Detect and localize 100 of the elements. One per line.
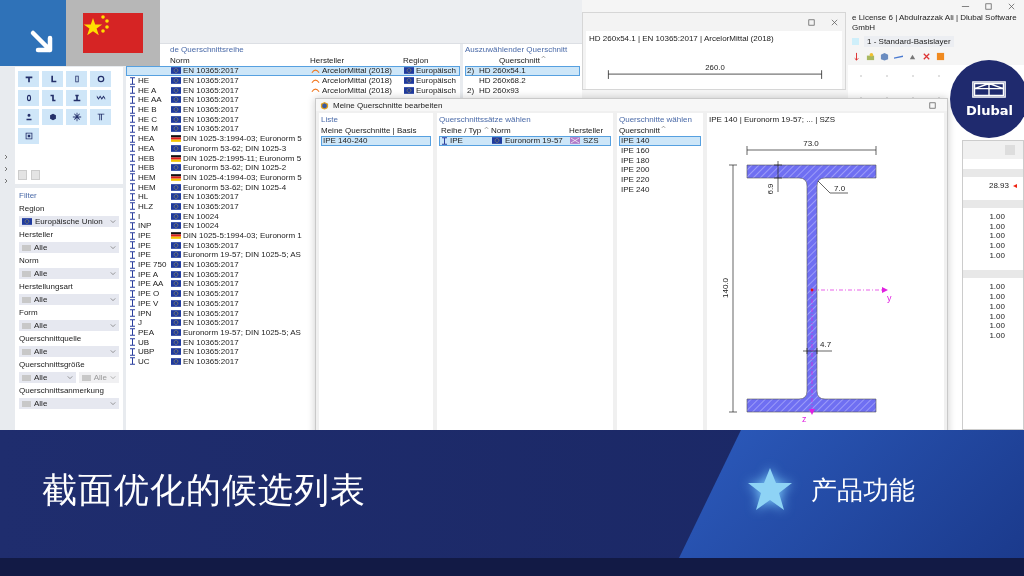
table-row[interactable]: INP EN 10024 — [126, 221, 460, 231]
dropdown-field[interactable]: Alle — [19, 268, 119, 279]
section-shape-button[interactable] — [18, 128, 39, 144]
section-shape-button[interactable] — [42, 90, 63, 106]
panel-title: Liste — [321, 115, 339, 125]
table-row[interactable]: UBP EN 10365:2017 — [126, 346, 460, 357]
column-header[interactable]: Hersteller — [310, 56, 403, 65]
close-icon[interactable] — [1007, 1, 1016, 11]
table-row[interactable]: UC EN 10365:2017 — [126, 356, 460, 367]
eu-flag-icon — [404, 67, 414, 75]
section-shape-button[interactable] — [18, 109, 39, 125]
table-row[interactable]: HEM Euronorm 53-62; DIN 1025-4 — [126, 182, 460, 192]
section-shape-button[interactable] — [42, 71, 63, 87]
snowflake-icon — [71, 112, 82, 122]
table-row[interactable]: IPE DIN 1025-5:1994-03; Euronorm 1 — [126, 230, 460, 241]
table-row[interactable]: HEB Euronorm 53-62; DIN 1025-2 — [126, 162, 460, 173]
banner-tag: 产品功能 — [811, 472, 915, 508]
logo-text: Dlubal — [966, 102, 1014, 118]
maximize-icon[interactable] — [807, 17, 816, 27]
dropdown-field[interactable]: Alle — [19, 294, 119, 305]
table-row[interactable]: HE EN 10365:2017 ArcelorMittal (2018) Europäisch — [126, 75, 460, 86]
table-cell: EN 10365:2017 — [183, 192, 239, 202]
table-row[interactable]: IPN EN 10365:2017 — [126, 308, 460, 318]
table-row[interactable]: HD 260x68.2 — [465, 75, 580, 86]
cube-icon[interactable] — [880, 52, 889, 61]
dimension-label: 6.9 — [766, 183, 775, 195]
sort-icon — [660, 125, 666, 129]
list-item[interactable]: IPE 160 — [619, 145, 701, 156]
column-header[interactable]: Reihe / Typ — [441, 126, 482, 135]
china-flag-icon — [83, 13, 143, 53]
maximize-icon[interactable] — [984, 1, 993, 11]
table-cell: Europäisch — [416, 85, 457, 95]
table-row[interactable]: 2) HD 260x54.1 — [465, 66, 580, 76]
node-icon[interactable] — [866, 52, 875, 61]
layer-dropdown[interactable]: 1 - Standard-Basislayer — [864, 36, 954, 47]
cross-icon[interactable] — [922, 52, 931, 61]
dropdown-field[interactable]: Europäische Union — [19, 216, 119, 227]
table-cell: Euronorm 53-62; DIN 1025-3 — [183, 143, 287, 153]
dropdown-field[interactable]: Alle — [19, 372, 76, 383]
list-item[interactable]: IPE 240 — [619, 184, 701, 195]
dropdown-field[interactable]: Alle — [19, 398, 119, 409]
window-title: e License 6 | Abdulrazzak Ali | Dlubal Software GmbH — [851, 12, 1018, 33]
table-row[interactable]: IPE EN 10365:2017 — [126, 240, 460, 251]
eu-flag-icon — [171, 67, 181, 75]
table-row[interactable]: IPE O EN 10365:2017 — [126, 288, 460, 299]
column-header[interactable]: Querschnitt — [619, 126, 660, 135]
table-row[interactable]: EN 10365:2017 ArcelorMittal (2018) Europäisch — [126, 66, 460, 76]
field-label: Querschnittsanmerkung — [19, 386, 105, 396]
column-header[interactable]: Meine Querschnitte | Basis — [321, 125, 431, 136]
maximize-icon[interactable] — [928, 100, 937, 110]
box-icon[interactable] — [936, 52, 945, 61]
dropdown-field[interactable]: Alle — [19, 346, 119, 357]
section-shape-button[interactable] — [90, 109, 111, 125]
table-row[interactable]: HEB DIN 1025-2:1995-11; Euronorm 5 — [126, 153, 460, 163]
table-row[interactable]: HLZ EN 10365:2017 — [126, 201, 460, 212]
section-shape-button[interactable] — [90, 71, 111, 87]
list-item[interactable]: IPE 220 — [619, 174, 701, 185]
table-row[interactable]: IPE A EN 10365:2017 — [126, 269, 460, 280]
table-row[interactable]: IPE 750 EN 10365:2017 — [126, 259, 460, 270]
centroid-point — [810, 288, 814, 292]
arrow-icon[interactable] — [852, 52, 861, 61]
table-row[interactable]: I EN 10024 — [126, 211, 460, 221]
table-row[interactable]: HEM DIN 1025-4:1994-03; Euronorm 5 — [126, 172, 460, 183]
dropdown-field[interactable]: Alle — [19, 242, 119, 253]
list-item[interactable]: IPE 140-240 — [321, 136, 431, 146]
table-row[interactable]: PEA Euronorm 19-57; DIN 1025-5; AS — [126, 327, 460, 338]
table-row[interactable]: IPE Euronorm 19-57 SZS — [439, 136, 611, 146]
table-row[interactable]: IPE AA EN 10365:2017 — [126, 279, 460, 289]
table-cell: DIN 1025-3:1994-03; Euronorm 5 — [183, 134, 302, 144]
support-icon[interactable] — [908, 52, 917, 61]
column-header[interactable]: Querschnitt — [499, 56, 540, 65]
close-icon[interactable] — [830, 17, 839, 27]
value-cell: 1.00 — [989, 250, 1005, 261]
section-shape-button[interactable] — [66, 90, 87, 106]
section-header-bar — [963, 270, 1023, 279]
list-item[interactable]: IPE 140 — [619, 136, 701, 146]
table-row[interactable]: HE A EN 10365:2017 ArcelorMittal (2018) Europäisch — [126, 85, 460, 96]
table-row[interactable]: IPE Euronorm 19-57; DIN 1025-5; AS — [126, 250, 460, 260]
dropdown-field[interactable]: Alle — [19, 320, 119, 331]
wave-icon — [95, 93, 106, 103]
list-item[interactable]: IPE 200 — [619, 165, 701, 175]
section-shape-button[interactable] — [90, 90, 111, 106]
section-shape-button[interactable] — [18, 90, 39, 106]
section-shape-button[interactable] — [66, 109, 87, 125]
chevron-down-icon — [110, 219, 116, 224]
table-row[interactable]: UB EN 10365:2017 — [126, 337, 460, 347]
table-row[interactable]: 2) HD 260x93 — [465, 85, 580, 96]
value-cell: 1.00 — [989, 241, 1005, 251]
section-shape-button[interactable] — [42, 109, 63, 125]
column-header[interactable]: Norm — [491, 126, 569, 135]
table-row[interactable]: HL EN 10365:2017 — [126, 191, 460, 202]
table-row[interactable]: IPE V EN 10365:2017 — [126, 298, 460, 309]
table-row[interactable]: HEA Euronorm 53-62; DIN 1025-3 — [126, 143, 460, 154]
column-header[interactable]: Region — [403, 56, 458, 65]
table-row[interactable]: J EN 10365:2017 — [126, 317, 460, 328]
column-header[interactable]: Hersteller — [569, 126, 611, 135]
section-shape-button[interactable] — [18, 71, 39, 87]
list-item[interactable]: IPE 180 — [619, 155, 701, 166]
axis-label: y — [887, 293, 892, 303]
column-header[interactable]: Norm — [170, 56, 310, 65]
